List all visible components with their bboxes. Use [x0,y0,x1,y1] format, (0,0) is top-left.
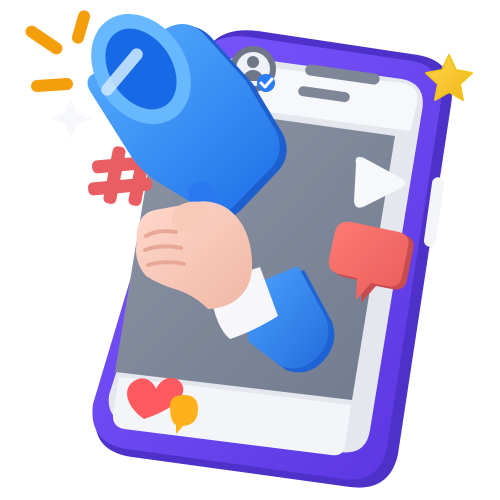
white-sparkle-icon [50,99,92,139]
ray-3 [31,77,73,93]
avatar-head [247,56,259,68]
ray-2 [71,10,91,44]
illustration-svg [25,10,473,488]
marketing-illustration [0,0,500,500]
emphasis-rays [25,10,91,93]
ray-1 [25,25,63,55]
hashtag-bar-1 [103,146,126,204]
